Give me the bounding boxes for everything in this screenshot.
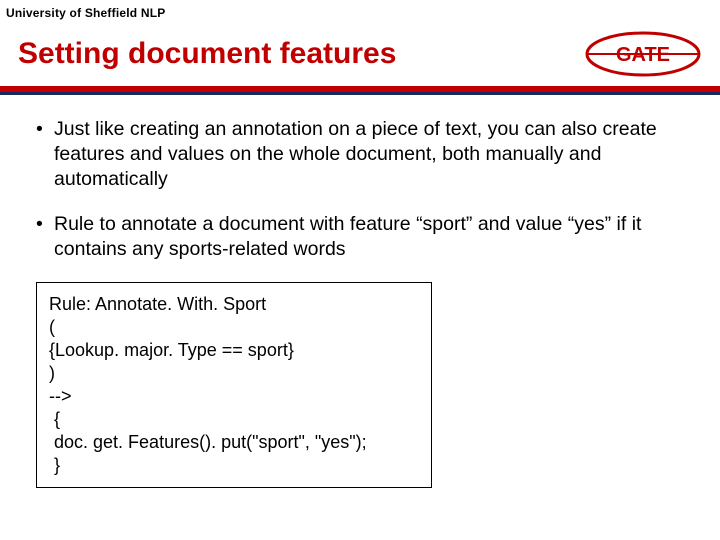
bullet-dot: • [34,212,54,262]
title-row: Setting document features GATE [0,24,720,86]
org-label: University of Sheffield NLP [0,0,720,24]
bullet-item: • Rule to annotate a document with featu… [34,212,686,262]
gate-logo: GATE [584,30,702,78]
code-line: { [49,408,419,431]
code-line: {Lookup. major. Type == sport} [49,339,419,362]
bullet-dot: • [34,117,54,192]
code-line: doc. get. Features(). put("sport", "yes"… [49,431,419,454]
bullet-item: • Just like creating an annotation on a … [34,117,686,192]
code-line: Rule: Annotate. With. Sport [49,293,419,316]
slide-title: Setting document features [18,37,396,71]
bullet-text: Rule to annotate a document with feature… [54,212,686,262]
code-line: } [49,454,419,477]
code-line: ) [49,362,419,385]
logo-text: GATE [616,44,670,66]
content-area: • Just like creating an annotation on a … [0,95,720,488]
code-box: Rule: Annotate. With. Sport ( {Lookup. m… [36,282,432,488]
code-line: --> [49,385,419,408]
code-line: ( [49,316,419,339]
bullet-text: Just like creating an annotation on a pi… [54,117,686,192]
